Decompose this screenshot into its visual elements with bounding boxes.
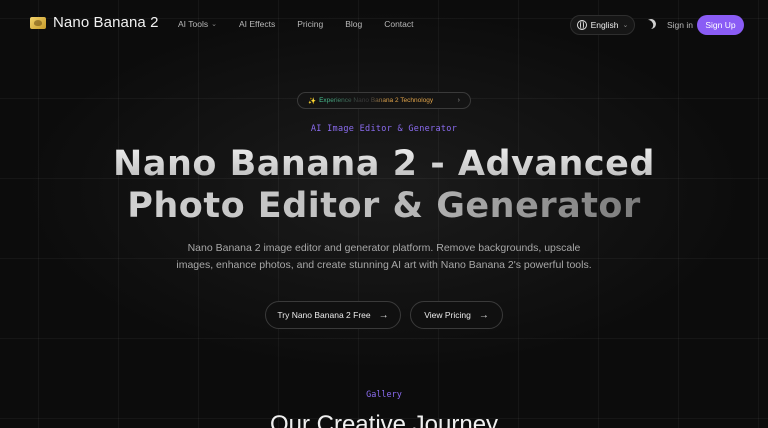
announcement-text: Experience Nano Banana 2 Technology xyxy=(319,97,434,104)
nav-link-ai-tools[interactable]: AI Tools ⌄ xyxy=(178,19,217,29)
view-pricing-button[interactable]: View Pricing → xyxy=(410,301,503,329)
nav-link-label: Contact xyxy=(384,19,414,29)
hero-headline: Nano Banana 2 - Advanced Photo Editor & … xyxy=(0,143,768,227)
globe-icon xyxy=(576,20,587,30)
nav-link-pricing[interactable]: Pricing xyxy=(297,19,323,29)
nav-link-blog[interactable]: Blog xyxy=(345,19,362,29)
sign-in-link[interactable]: Sign in xyxy=(667,20,693,30)
top-nav: Nano Banana 2 AI Tools ⌄ AI Effects Pric… xyxy=(0,0,768,50)
headline-line-2: Photo Editor & Generator xyxy=(0,185,768,227)
nav-link-label: AI Effects xyxy=(238,19,276,29)
announcement-pill[interactable]: ✨ Experience Nano Banana 2 Technology › xyxy=(297,92,471,109)
headline-line-1: Nano Banana 2 - Advanced xyxy=(0,143,768,185)
moon-icon[interactable] xyxy=(645,18,658,31)
nav-link-label: AI Tools xyxy=(178,19,209,29)
nav-link-ai-effects[interactable]: AI Effects xyxy=(239,19,275,29)
sign-up-button[interactable]: Sign Up xyxy=(697,15,744,35)
view-pricing-label: View Pricing xyxy=(424,310,471,320)
try-free-label: Try Nano Banana 2 Free xyxy=(277,310,371,320)
language-label: English xyxy=(590,20,619,30)
hero-description: Nano Banana 2 image editor and generator… xyxy=(0,240,768,274)
chevron-down-icon: ⌄ xyxy=(622,22,629,29)
gallery-title: Our Creative Journey xyxy=(269,411,499,428)
arrow-right-icon: → xyxy=(378,309,389,321)
language-selector[interactable]: English ⌄ xyxy=(570,15,635,35)
chevron-right-icon: › xyxy=(457,97,460,104)
page: Nano Banana 2 AI Tools ⌄ AI Effects Pric… xyxy=(0,0,768,428)
description-line-2: images, enhance photos, and create stunn… xyxy=(176,259,592,271)
description-line-1: Nano Banana 2 image editor and generator… xyxy=(187,242,581,254)
arrow-right-icon: → xyxy=(478,309,489,321)
chevron-down-icon: ⌄ xyxy=(211,21,217,28)
nav-link-contact[interactable]: Contact xyxy=(384,19,413,29)
brand-name: Nano Banana 2 xyxy=(53,14,159,31)
nav-links: AI Tools ⌄ AI Effects Pricing Blog Conta… xyxy=(178,19,414,29)
hero-eyebrow: AI Image Editor & Generator xyxy=(310,124,458,134)
gallery-eyebrow: Gallery xyxy=(366,390,402,400)
brand[interactable]: Nano Banana 2 xyxy=(30,14,159,31)
banana-logo-icon xyxy=(30,16,46,29)
nav-link-label: Pricing xyxy=(297,19,324,29)
try-free-button[interactable]: Try Nano Banana 2 Free → xyxy=(265,301,401,329)
nav-link-label: Blog xyxy=(345,19,363,29)
sparkle-icon: ✨ xyxy=(308,97,317,105)
